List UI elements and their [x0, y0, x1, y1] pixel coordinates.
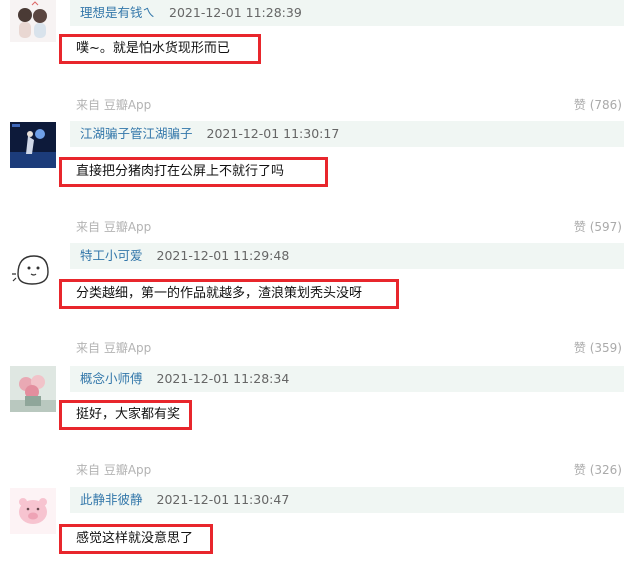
avatar[interactable] [10, 488, 56, 534]
avatar[interactable] [10, 244, 56, 290]
author-link[interactable]: 江湖骗子管江湖骗子 [80, 121, 193, 147]
comment-time: 2021-12-01 11:30:17 [206, 126, 340, 141]
comment-content: 噗~。就是怕水货现形而已 [59, 34, 261, 64]
comment-footer: 来自 豆瓣App 赞 (597) [76, 217, 622, 237]
comment-text: 分类越细，第一的作品就越多，渣浪策划秃头没呀 [76, 286, 363, 301]
like-count[interactable]: 赞 (359) [574, 338, 622, 358]
comment-footer: 来自 豆瓣App 赞 (326) [76, 460, 622, 480]
avatar[interactable] [10, 366, 56, 412]
comment-content: 挺好，大家都有奖 [59, 400, 192, 430]
comment-footer: 来自 豆瓣App 赞 (786) [76, 95, 622, 115]
comment-time: 2021-12-01 11:28:34 [156, 371, 290, 386]
author-link[interactable]: 理想是有钱ㄟ [80, 0, 155, 26]
comment-time: 2021-12-01 11:29:48 [156, 248, 290, 263]
comment-text: 感觉这样就没意思了 [76, 531, 194, 546]
comment-time: 2021-12-01 11:28:39 [169, 5, 302, 20]
avatar[interactable] [10, 122, 56, 168]
comment-header: 特工小可爱 2021-12-01 11:29:48 [70, 243, 624, 269]
comment-text: 噗~。就是怕水货现形而已 [76, 41, 230, 56]
comment-text: 挺好，大家都有奖 [76, 407, 181, 422]
author-link[interactable]: 特工小可爱 [80, 243, 143, 269]
like-count[interactable]: 赞 (597) [574, 217, 622, 237]
author-link[interactable]: 概念小师傅 [80, 366, 143, 392]
comment-header: 理想是有钱ㄟ 2021-12-01 11:28:39 [70, 0, 624, 26]
comment-time: 2021-12-01 11:30:47 [156, 492, 290, 507]
comment-header: 江湖骗子管江湖骗子 2021-12-01 11:30:17 [70, 121, 624, 147]
author-link[interactable]: 此静非彼静 [80, 487, 143, 513]
comment-footer: 来自 豆瓣App 赞 (359) [76, 338, 622, 358]
like-count[interactable]: 赞 (786) [574, 95, 622, 115]
comment-content: 分类越细，第一的作品就越多，渣浪策划秃头没呀 [59, 279, 399, 309]
comment-content: 直接把分猪肉打在公屏上不就行了吗 [59, 157, 328, 187]
comment-source: 来自 豆瓣App [76, 220, 152, 234]
comment-header: 概念小师傅 2021-12-01 11:28:34 [70, 366, 624, 392]
comment-source: 来自 豆瓣App [76, 98, 152, 112]
comment-source: 来自 豆瓣App [76, 341, 152, 355]
comment-text: 直接把分猪肉打在公屏上不就行了吗 [76, 164, 285, 179]
like-count[interactable]: 赞 (326) [574, 460, 622, 480]
comment-header: 此静非彼静 2021-12-01 11:30:47 [70, 487, 624, 513]
comment-source: 来自 豆瓣App [76, 463, 152, 477]
avatar[interactable] [10, 0, 56, 42]
comment-content: 感觉这样就没意思了 [59, 524, 213, 554]
